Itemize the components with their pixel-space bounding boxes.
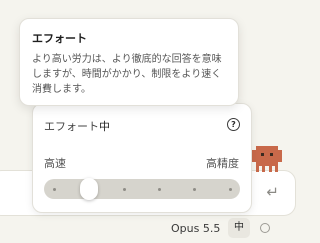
effort-tooltip: エフォート より高い労力は、より徹底的な回答を意味しますが、時間がかかり、制限を… — [19, 18, 239, 106]
circle-icon[interactable] — [260, 223, 270, 233]
slider-step-dot[interactable] — [52, 188, 56, 191]
effort-panel-title: エフォート — [44, 120, 99, 133]
tooltip-title: エフォート — [32, 32, 87, 45]
slider-thumb[interactable] — [80, 178, 99, 200]
model-selector[interactable]: Opus 5.5 — [171, 222, 220, 235]
slider-low-label: 高速 — [44, 157, 66, 170]
slider-high-label: 高精度 — [206, 157, 239, 170]
effort-chip[interactable]: 中 — [228, 218, 250, 238]
effort-panel: エフォート 中 ? 高速 高精度 — [32, 103, 252, 213]
effort-slider[interactable] — [44, 178, 240, 200]
slider-step-dot[interactable] — [228, 188, 232, 191]
slider-step-dot[interactable] — [158, 188, 162, 191]
slider-step-dot[interactable] — [122, 188, 126, 191]
mascot-icon — [252, 146, 282, 172]
slider-step-dot[interactable] — [193, 188, 197, 191]
help-icon[interactable]: ? — [227, 118, 240, 131]
effort-current-value: 中 — [99, 120, 110, 133]
return-arrow-icon[interactable]: ↵ — [266, 183, 279, 201]
tooltip-body: より高い労力は、より徹底的な回答を意味しますが、時間がかかり、制限をより速く消費… — [32, 54, 222, 95]
